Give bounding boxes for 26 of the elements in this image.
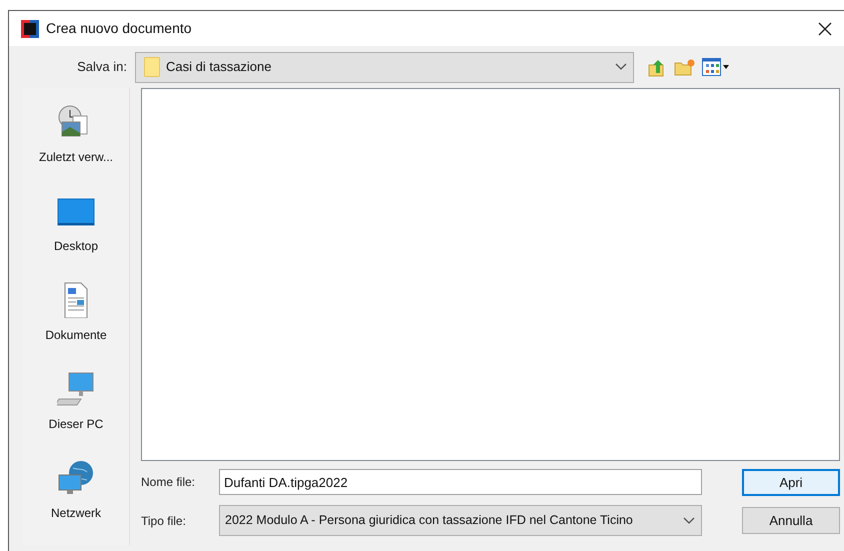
folder-icon (144, 57, 160, 77)
window-title: Crea nuovo documento (46, 19, 192, 38)
cancel-button[interactable]: Annulla (742, 507, 840, 534)
chevron-down-icon (683, 516, 695, 524)
open-button[interactable]: Apri (742, 469, 840, 496)
field-label: Salva in: (76, 58, 128, 76)
file-name-field[interactable]: Dufanti DA.tipga2022 (219, 469, 702, 495)
view-menu-icon[interactable] (702, 58, 730, 76)
field-label: Tipo file: (141, 512, 187, 530)
network-icon (57, 460, 95, 496)
folder-up-icon[interactable] (648, 57, 666, 77)
new-folder-icon[interactable] (674, 58, 696, 76)
close-icon (818, 22, 832, 36)
folder-dropdown[interactable]: Casi di tassazione (135, 52, 634, 82)
computer-icon (57, 371, 95, 407)
places-item[interactable]: Dokumente (24, 278, 128, 367)
dropdown-value: Casi di tassazione (166, 58, 272, 76)
places-item[interactable]: Netzwerk (24, 456, 128, 545)
places-item[interactable]: Dieser PC (24, 367, 128, 456)
app-logo-icon (21, 20, 39, 38)
field-label: Nome file: (141, 474, 196, 491)
file-type-dropdown[interactable]: 2022 Modulo A - Persona giuridica con tassazione IFD nel Cantone Ticino (219, 505, 702, 536)
places-item[interactable]: Zuletzt verw... (24, 100, 128, 189)
dropdown-value: 2022 Modulo A - Persona giuridica con tassazione IFD nel Cantone Ticino (225, 512, 634, 530)
chevron-down-icon (615, 63, 627, 71)
places-item[interactable]: Desktop (24, 189, 128, 278)
